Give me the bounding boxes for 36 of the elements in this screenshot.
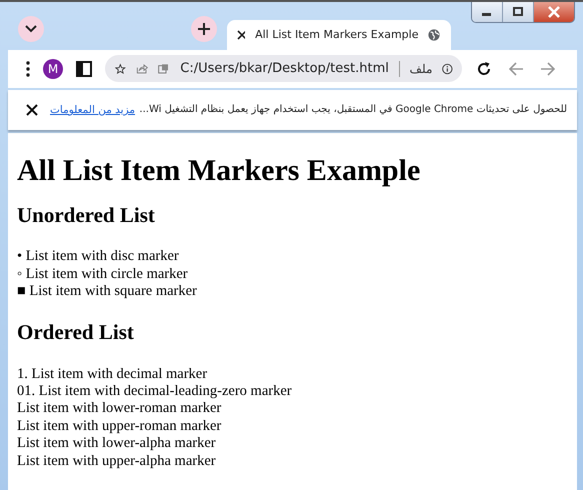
section-heading: Unordered List (17, 202, 156, 228)
page-heading: All List Item Markers Example (17, 152, 422, 189)
tab-search-button[interactable] (18, 16, 44, 42)
browser-tab[interactable]: All List Item Markers Example (226, 20, 450, 50)
list-item: 01. List item with decimal-leading-zero marker (17, 382, 293, 400)
profile-avatar[interactable]: M (43, 58, 63, 79)
learn-more-link[interactable]: مزيد من المعلومات (38, 104, 136, 116)
maximize-button[interactable] (503, 2, 534, 22)
info-message: للحصول على تحديثات Google Chrome في المستقبل، يجب استخدام جهاز يعمل بنظام التشغيل Wi... (139, 104, 567, 116)
list-item: • List item with disc marker (17, 248, 180, 266)
chevron-down-icon (25, 24, 37, 33)
list-item: 1. List item with decimal marker (17, 366, 208, 383)
scheme-label: ملف (410, 62, 432, 76)
star-icon[interactable] (115, 60, 126, 77)
menu-icon[interactable] (26, 60, 30, 77)
forward-arrow-icon[interactable] (540, 60, 556, 77)
maximize-icon (512, 7, 524, 17)
list-item: ■ List item with square marker (17, 282, 198, 300)
close-icon[interactable] (26, 104, 38, 116)
close-button[interactable] (534, 2, 574, 22)
back-arrow-icon[interactable] (508, 60, 524, 77)
url-text: C:/Users/bkar/Desktop/test.html (180, 61, 389, 76)
globe-icon (428, 28, 440, 42)
close-icon[interactable] (236, 30, 246, 40)
new-tab-button[interactable] (190, 16, 216, 42)
section-heading: Ordered List (17, 320, 135, 346)
side-panel-icon[interactable] (76, 60, 92, 77)
list-item: List item with upper-roman marker (17, 418, 222, 436)
list-item: List item with lower-roman marker (17, 400, 222, 418)
close-icon (547, 6, 561, 18)
list-item: ◦ List item with circle marker (17, 266, 189, 283)
reload-icon[interactable] (476, 60, 492, 77)
plus-icon (198, 22, 210, 35)
list-item: List item with upper-alpha marker (17, 452, 217, 470)
list-item: List item with lower-alpha marker (17, 435, 217, 453)
minimize-button[interactable] (472, 2, 503, 22)
